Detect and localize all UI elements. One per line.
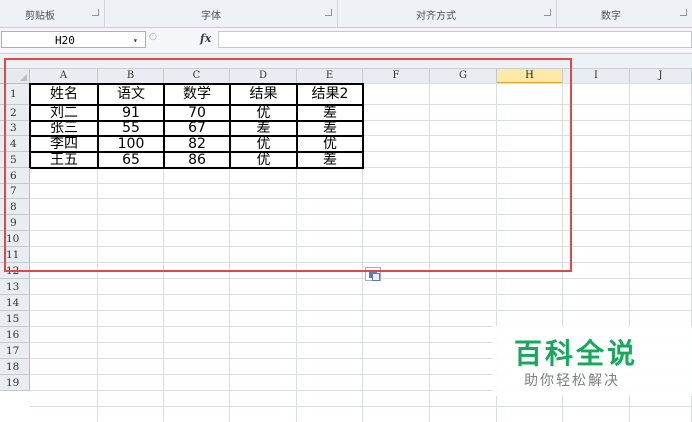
ribbon-group-alignment: 对齐方式 xyxy=(338,0,557,27)
dialog-launcher-icon[interactable] xyxy=(92,9,99,16)
formula-input[interactable] xyxy=(218,31,692,48)
row-header-13[interactable]: 13 xyxy=(0,279,30,295)
name-box[interactable]: H20 ▾ xyxy=(1,31,146,48)
row-header-17[interactable]: 17 xyxy=(0,343,30,359)
name-box-value: H20 xyxy=(55,34,75,47)
ribbon-group-label: 数字 xyxy=(601,11,621,22)
ribbon-group-number: 数字 xyxy=(557,0,692,27)
row-header-16[interactable]: 16 xyxy=(0,327,30,343)
ribbon-group-label: 对齐方式 xyxy=(416,11,456,22)
ribbon-group-label: 剪贴板 xyxy=(25,11,55,22)
dialog-launcher-icon[interactable] xyxy=(544,9,551,16)
insert-function-icon[interactable]: fx xyxy=(200,32,211,45)
ribbon-group-font: 字体 xyxy=(105,0,338,27)
formula-bar: H20 ▾ ○ fx xyxy=(0,28,692,54)
ribbon-group-label: 字体 xyxy=(201,11,221,22)
gridline xyxy=(30,406,692,407)
gridline xyxy=(30,310,692,311)
watermark: 百科全说 助你轻松解决 xyxy=(492,326,692,396)
row-header-19[interactable]: 19 xyxy=(0,375,30,391)
row-header-14[interactable]: 14 xyxy=(0,295,30,311)
column-header-j[interactable]: J xyxy=(630,69,692,84)
chevron-down-icon[interactable]: ▾ xyxy=(133,32,138,49)
ribbon-group-clipboard: 剪贴板 xyxy=(0,0,105,27)
highlight-box xyxy=(4,58,572,272)
paste-sheet-icon xyxy=(372,273,380,281)
formula-bar-grip-icon: ○ xyxy=(149,32,157,42)
dialog-launcher-icon[interactable] xyxy=(680,9,687,16)
dialog-launcher-icon[interactable] xyxy=(325,9,332,16)
gridline xyxy=(30,278,692,279)
row-header-18[interactable]: 18 xyxy=(0,359,30,375)
gridline xyxy=(30,294,692,295)
column-header-i[interactable]: I xyxy=(563,69,630,84)
row-header-15[interactable]: 15 xyxy=(0,311,30,327)
watermark-title: 百科全说 xyxy=(514,337,639,370)
ribbon-group-strip: 剪贴板 字体 对齐方式 数字 xyxy=(0,0,692,28)
watermark-subtitle: 助你轻松解决 xyxy=(524,373,620,389)
